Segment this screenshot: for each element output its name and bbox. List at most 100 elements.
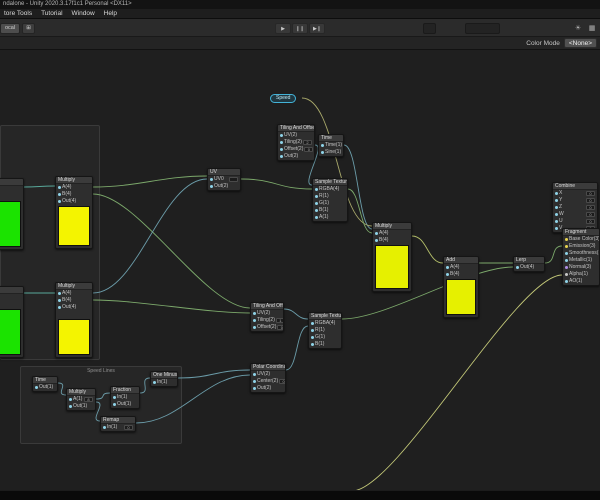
port-field[interactable]: 0 <box>586 198 595 203</box>
port-icon[interactable] <box>555 220 558 223</box>
graph-node[interactable]: Multiply A(4) B(4) <box>372 222 412 292</box>
edge-wire[interactable] <box>177 369 251 379</box>
port-icon[interactable] <box>280 155 283 158</box>
graph-node[interactable]: One Minus In(1) <box>150 371 178 387</box>
port-icon[interactable] <box>555 192 558 195</box>
port-field[interactable]: 0 <box>277 325 283 330</box>
port-icon[interactable] <box>446 273 449 276</box>
pivot-local-button[interactable]: ocal <box>0 23 20 34</box>
port-icon[interactable] <box>446 266 449 269</box>
port-icon[interactable] <box>253 380 256 383</box>
port-icon[interactable] <box>280 148 283 151</box>
port-icon[interactable] <box>311 343 314 346</box>
edge-wire[interactable] <box>92 175 208 188</box>
port-field[interactable]: 0 <box>304 147 314 152</box>
port-icon[interactable] <box>565 273 568 276</box>
port-icon[interactable] <box>555 206 558 209</box>
edge-wire[interactable] <box>92 178 208 294</box>
port-icon[interactable] <box>565 280 568 283</box>
graph-node[interactable]: Tiling And Offset UV(2) Tiling(2) 2 Offset(2… <box>277 124 315 161</box>
port-icon[interactable] <box>565 238 568 241</box>
menu-item-store-tools[interactable]: tore Tools <box>4 9 32 19</box>
port-icon[interactable] <box>375 232 378 235</box>
graph-node[interactable]: Add A(4) B(4) <box>443 256 479 318</box>
port-field[interactable]: 0 <box>124 425 133 430</box>
graph-node[interactable]: Sample Texture 2DRGBA(4)R(1)G(1)B(1)A(1) <box>312 178 348 222</box>
port-icon[interactable] <box>113 403 116 406</box>
color-mode-dropdown[interactable]: <None> <box>563 38 597 48</box>
port-icon[interactable] <box>113 396 116 399</box>
menu-item-tutorial[interactable]: Tutorial <box>41 9 62 19</box>
port-icon[interactable] <box>35 386 38 389</box>
port-field[interactable]: 0 <box>586 191 595 196</box>
port-icon[interactable] <box>210 185 213 188</box>
edge-wire[interactable] <box>283 308 309 320</box>
edge-wire[interactable] <box>411 235 444 264</box>
edge-wire[interactable] <box>343 144 373 230</box>
port-icon[interactable] <box>280 141 283 144</box>
port-field[interactable]: 0 <box>586 219 595 224</box>
port-icon[interactable] <box>311 336 314 339</box>
grid-icon[interactable]: ▦ <box>586 23 598 34</box>
layers-layout-dropdown[interactable] <box>465 23 500 34</box>
port-field[interactable]: 0 <box>586 205 595 210</box>
port-icon[interactable] <box>210 178 213 181</box>
port-icon[interactable] <box>311 322 314 325</box>
port-icon[interactable] <box>321 144 324 147</box>
play-button[interactable]: ▶ <box>275 23 291 34</box>
port-field[interactable]: 0 <box>586 212 595 217</box>
step-button[interactable]: ▶❙ <box>309 23 325 34</box>
pause-button[interactable]: ❙❙ <box>292 23 308 34</box>
port-icon[interactable] <box>315 195 318 198</box>
port-icon[interactable] <box>565 259 568 262</box>
port-icon[interactable] <box>253 373 256 376</box>
port-icon[interactable] <box>58 306 61 309</box>
graph-node[interactable]: Fraction In(1) Out(1) <box>110 386 140 409</box>
sun-icon[interactable]: ☀ <box>572 23 584 34</box>
edge-wire[interactable] <box>92 299 251 314</box>
graph-node[interactable]: Multiply A(4) B(4) Out(4) <box>55 282 93 358</box>
port-icon[interactable] <box>253 319 256 322</box>
graph-node[interactable]: CombineX0Y0Z0W0U0V0 <box>552 182 598 233</box>
port-icon[interactable] <box>315 216 318 219</box>
snap-toggle-button[interactable]: ⊞ <box>22 23 35 34</box>
edge-wire[interactable] <box>341 266 514 320</box>
menu-item-help[interactable]: Help <box>104 9 117 19</box>
graph-node[interactable]: UV UV0 Out(2) <box>207 168 241 191</box>
port-icon[interactable] <box>315 209 318 212</box>
port-icon[interactable] <box>315 188 318 191</box>
graph-node[interactable]: Remap In(1) 0 <box>100 416 136 432</box>
port-icon[interactable] <box>375 239 378 242</box>
graph-node[interactable]: Multiply A(1) 8 Out(1) <box>66 388 96 411</box>
edge-wire[interactable] <box>240 178 313 190</box>
graph-node[interactable]: Tiling And OffsetUV(2)Tiling(2)1Offset(2… <box>250 302 284 332</box>
edge-wire[interactable] <box>544 245 563 264</box>
port-icon[interactable] <box>253 387 256 390</box>
port-icon[interactable] <box>555 199 558 202</box>
port-icon[interactable] <box>321 151 324 154</box>
edge-wire[interactable] <box>285 325 309 371</box>
port-icon[interactable] <box>103 426 106 429</box>
port-icon[interactable] <box>58 292 61 295</box>
port-icon[interactable] <box>315 202 318 205</box>
edge-wire[interactable] <box>347 188 373 234</box>
port-icon[interactable] <box>253 326 256 329</box>
port-icon[interactable] <box>555 227 558 230</box>
port-icon[interactable] <box>555 213 558 216</box>
graph-node[interactable]: Time Out(1) <box>32 376 58 392</box>
port-icon[interactable] <box>565 266 568 269</box>
graph-node[interactable]: Lerp Out(4) <box>513 256 545 272</box>
port-icon[interactable] <box>153 381 156 384</box>
toolbar-extra-button[interactable] <box>423 23 436 34</box>
graph-canvas[interactable]: Speed Lines Speed Tiling And Offset UV(2) T… <box>0 50 600 490</box>
port-icon[interactable] <box>58 186 61 189</box>
port-icon[interactable] <box>565 245 568 248</box>
port-icon[interactable] <box>565 252 568 255</box>
port-icon[interactable] <box>58 299 61 302</box>
graph-node[interactable]: Polar CoordinatesUV(2)Center(2)0Out(2) <box>250 363 286 393</box>
port-icon[interactable] <box>69 405 72 408</box>
graph-node[interactable]: ColorOut(4) <box>0 286 24 358</box>
graph-node[interactable]: ColorOut(4) <box>0 178 24 250</box>
port-field[interactable]: 1 <box>275 318 283 323</box>
port-field[interactable]: 8 <box>84 397 93 402</box>
